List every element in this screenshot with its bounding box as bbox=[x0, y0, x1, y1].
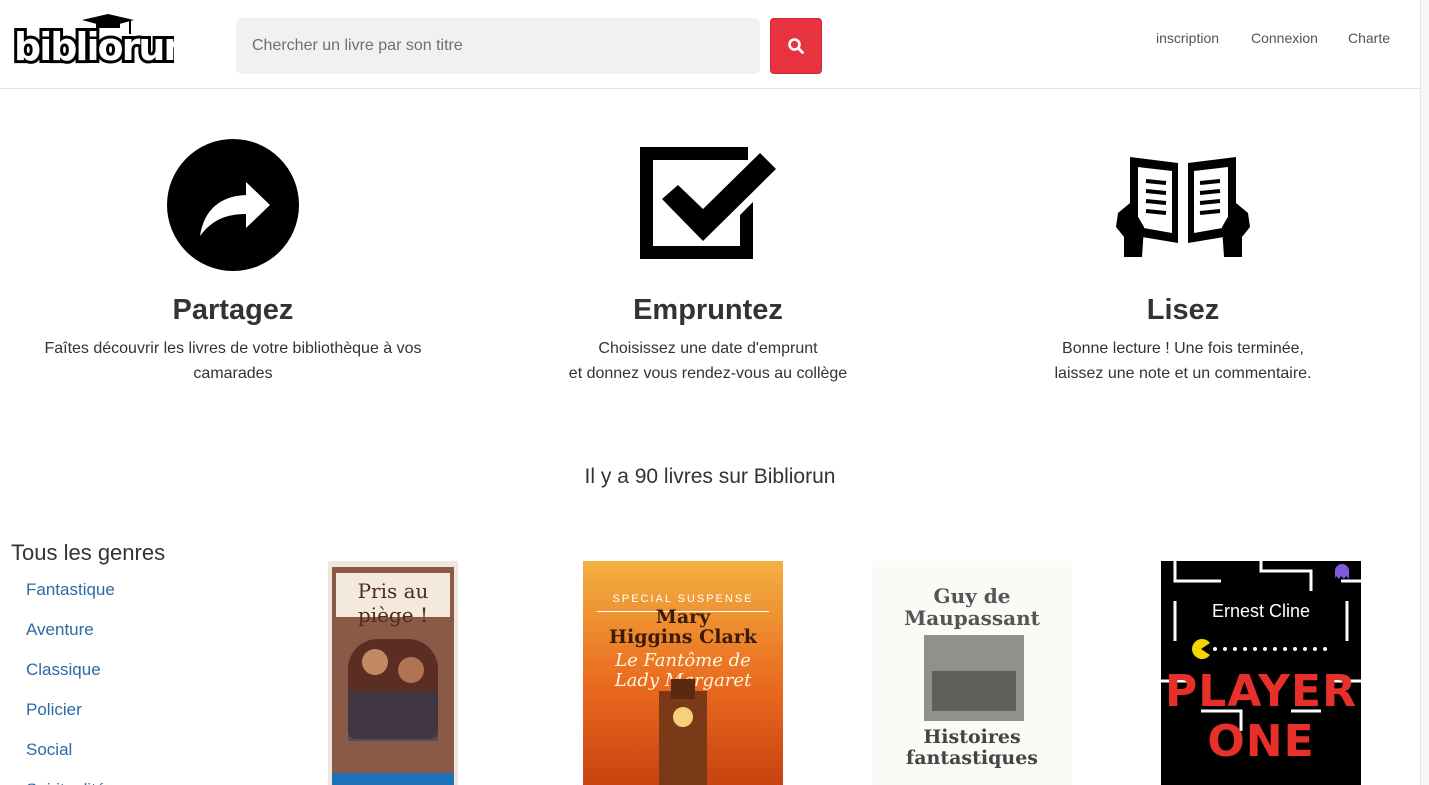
checkbox-icon bbox=[478, 130, 938, 280]
feature-lisez: Lisez Bonne lecture ! Une fois terminée,… bbox=[953, 130, 1413, 386]
page-scrollbar[interactable] bbox=[1420, 0, 1429, 785]
header: bibliorun bibliorun inscription Connexio… bbox=[0, 0, 1420, 89]
genre-link-classique[interactable]: Classique bbox=[26, 656, 115, 696]
feature-partagez: Partagez Faîtes découvrir les livres de … bbox=[3, 130, 463, 386]
feature-empruntez: Empruntez Choisissez une date d'emprunt … bbox=[478, 130, 938, 386]
genre-link-aventure[interactable]: Aventure bbox=[26, 616, 115, 656]
book-cover-banner: SPECIAL SUSPENSE bbox=[612, 593, 754, 605]
book-count-text: Il y a 90 livres sur Bibliorun bbox=[584, 465, 836, 488]
feature-title: Partagez bbox=[172, 294, 294, 326]
search-button[interactable] bbox=[770, 18, 822, 74]
book-card[interactable]: Ernest Cline PLAYER ONE bbox=[1161, 561, 1361, 785]
book-cover-title: Pris au piège ! bbox=[357, 579, 429, 627]
feature-description: Bonne lecture ! Une fois terminée, laiss… bbox=[1054, 340, 1312, 382]
nav-charte-link[interactable]: Charte bbox=[1348, 30, 1390, 46]
feature-title: Empruntez bbox=[633, 294, 783, 326]
feature-description: Choisissez une date d'emprunt et donnez … bbox=[568, 340, 848, 382]
book-cover-author: Mary Higgins Clark bbox=[609, 606, 757, 648]
open-book-icon bbox=[953, 130, 1413, 280]
bibliorun-logo[interactable]: bibliorun bibliorun bbox=[11, 12, 193, 74]
genre-link-social[interactable]: Social bbox=[26, 736, 115, 776]
nav-inscription-link[interactable]: inscription bbox=[1156, 30, 1219, 46]
book-cover-title: PLAYER ONE bbox=[1165, 666, 1357, 767]
genre-list: Fantastique Aventure Classique Policier … bbox=[26, 576, 115, 785]
book-cover-author: Guy de Maupassant bbox=[904, 584, 1040, 630]
feature-description: Faîtes découvrir les livres de votre bib… bbox=[44, 340, 422, 382]
nav-connexion-link[interactable]: Connexion bbox=[1251, 30, 1318, 46]
genres-title: Tous les genres bbox=[11, 540, 166, 565]
book-card[interactable]: Guy de Maupassant Histoires fantastiques bbox=[872, 561, 1072, 785]
genre-link-spiritualite[interactable]: Spiritualité bbox=[26, 776, 115, 785]
feature-title: Lisez bbox=[1146, 294, 1220, 326]
svg-text:bibliorun: bibliorun bbox=[14, 25, 174, 69]
book-cover-author: Ernest Cline bbox=[1211, 601, 1311, 621]
share-arrow-icon bbox=[3, 130, 463, 280]
search-input[interactable] bbox=[236, 18, 760, 74]
genre-link-fantastique[interactable]: Fantastique bbox=[26, 576, 115, 616]
genre-link-policier[interactable]: Policier bbox=[26, 696, 115, 736]
search-icon bbox=[788, 38, 804, 54]
book-cover-title: Histoires fantastiques bbox=[906, 726, 1038, 769]
book-card[interactable]: SPECIAL SUSPENSE Mary Higgins Clark Le F… bbox=[583, 561, 783, 785]
book-card[interactable]: Pris au piège ! bbox=[328, 561, 458, 785]
